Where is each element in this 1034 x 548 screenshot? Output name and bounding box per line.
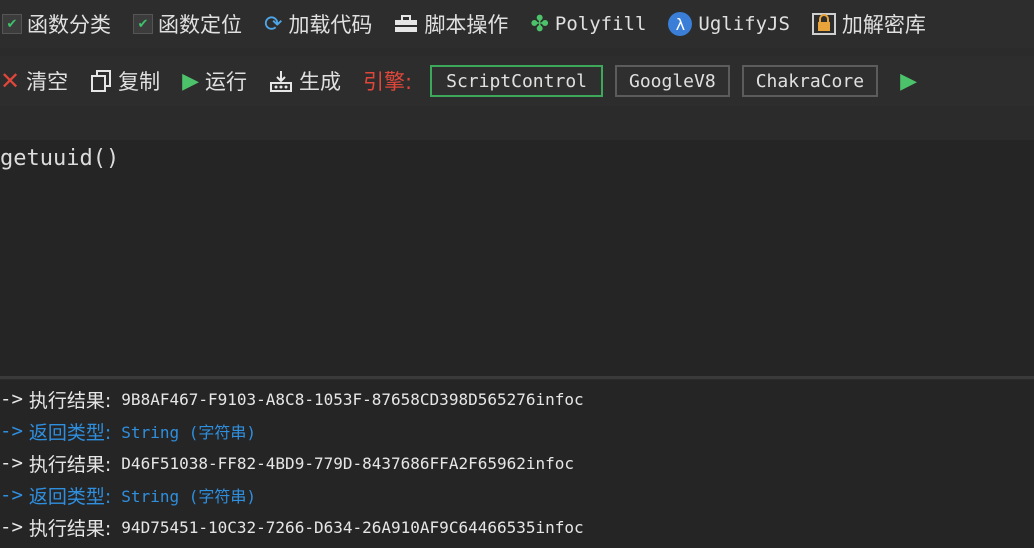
run-label: 运行 xyxy=(205,70,248,94)
polyfill-button[interactable]: ✤ Polyfill xyxy=(530,7,646,41)
output-value: String (字符串) xyxy=(121,487,256,506)
puzzle-icon: ✤ xyxy=(530,11,549,37)
output-line-type: -> 返回类型: String (字符串) xyxy=(0,417,256,445)
output-arrow: -> xyxy=(0,420,23,442)
engine-chakracore-button[interactable]: ChakraCore xyxy=(741,65,879,97)
generate-button[interactable]: 生成 xyxy=(269,64,341,98)
run-button[interactable]: ▶ 运行 xyxy=(182,64,247,98)
main-toolbar: ✔ 函数分类 ✔ 函数定位 ⟳ 加载代码 脚本操作 ✤ Polyfill λ U… xyxy=(0,0,1034,48)
output-value: String (字符串) xyxy=(121,423,256,442)
output-line-result: -> 执行结果: 94D75451-10C32-7266-D634-26A910… xyxy=(0,513,584,541)
script-ops-label: 脚本操作 xyxy=(424,13,509,37)
polyfill-label: Polyfill xyxy=(554,13,647,35)
output-arrow: -> xyxy=(0,484,23,506)
output-value: 94D75451-10C32-7266-D634-26A910AF9C64466… xyxy=(121,517,584,537)
output-label: 返回类型: xyxy=(28,485,112,508)
func-locate-label: 函数定位 xyxy=(158,13,242,37)
lock-icon xyxy=(811,13,836,35)
encrypt-lib-button[interactable]: 加解密库 xyxy=(811,7,926,41)
uglifyjs-label: UglifyJS xyxy=(698,13,790,35)
check-icon: ✔ xyxy=(133,14,153,34)
check-icon: ✔ xyxy=(2,14,22,34)
code-editor[interactable]: getuuid() xyxy=(0,140,1034,376)
play-icon: ▶ xyxy=(900,68,917,94)
script-ops-button[interactable]: 脚本操作 xyxy=(394,7,508,41)
load-code-label: 加载代码 xyxy=(288,13,373,37)
output-line-result: -> 执行结果: 9B8AF467-F9103-A8C8-1053F-87658… xyxy=(0,385,584,413)
output-label: 返回类型: xyxy=(28,421,112,444)
action-toolbar: ✕ 清空 复制 ▶ 运行 生成 引擎: ScriptControl Google… xyxy=(0,56,1034,106)
close-icon: ✕ xyxy=(0,67,21,95)
uglifyjs-button[interactable]: λ UglifyJS xyxy=(668,7,790,41)
lambda-icon: λ xyxy=(668,12,693,36)
copy-button[interactable]: 复制 xyxy=(90,64,160,98)
output-arrow: -> xyxy=(0,388,23,410)
output-line-type: -> 返回类型: String (字符串) xyxy=(0,481,256,509)
output-value: D46F51038-FF82-4BD9-779D-8437686FFA2F659… xyxy=(121,453,575,473)
output-value: 9B8AF467-F9103-A8C8-1053F-87658CD398D565… xyxy=(121,389,584,409)
copy-label: 复制 xyxy=(118,70,161,94)
output-arrow: -> xyxy=(0,452,23,474)
func-category-label: 函数分类 xyxy=(27,13,111,37)
func-category-toggle[interactable]: ✔ 函数分类 xyxy=(2,7,111,41)
clear-button[interactable]: ✕ 清空 xyxy=(0,64,68,98)
output-label: 执行结果: xyxy=(28,517,112,540)
copy-icon xyxy=(90,69,112,93)
generate-label: 生成 xyxy=(299,70,342,94)
engine-googlev8-button[interactable]: GoogleV8 xyxy=(615,65,730,97)
engine-label: 引擎: xyxy=(363,70,413,94)
generate-icon xyxy=(269,69,293,93)
output-panel: -> 执行结果: 9B8AF467-F9103-A8C8-1053F-87658… xyxy=(0,380,1034,548)
load-code-button[interactable]: ⟳ 加载代码 xyxy=(264,7,372,41)
output-arrow: -> xyxy=(0,516,23,538)
toolbox-icon xyxy=(394,14,418,34)
output-line-result: -> 执行结果: D46F51038-FF82-4BD9-779D-843768… xyxy=(0,449,574,477)
encrypt-lib-label: 加解密库 xyxy=(841,13,926,37)
code-line: getuuid() xyxy=(0,146,120,171)
output-label: 执行结果: xyxy=(28,453,112,476)
run-more-button[interactable]: ▶ xyxy=(900,64,923,98)
clear-label: 清空 xyxy=(26,70,69,94)
play-icon: ▶ xyxy=(182,68,200,94)
splitter[interactable] xyxy=(0,376,1034,379)
func-locate-toggle[interactable]: ✔ 函数定位 xyxy=(133,7,242,41)
reload-icon: ⟳ xyxy=(264,11,283,37)
engine-scriptcontrol-button[interactable]: ScriptControl xyxy=(430,65,603,97)
output-label: 执行结果: xyxy=(28,389,112,412)
